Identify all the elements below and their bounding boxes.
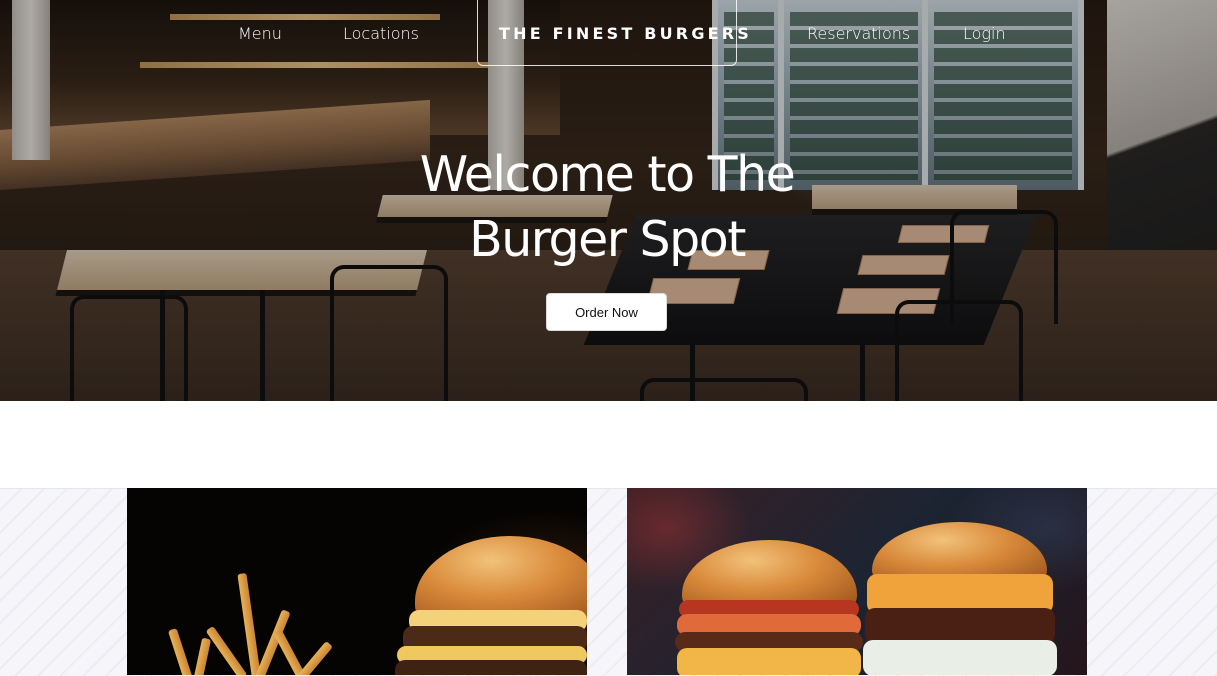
hero-section: Menu Locations THE FINEST BURGERS Reserv… [0,0,1217,401]
hero-title: Welcome to The Burger Spot [380,142,834,272]
nav-link-locations[interactable]: Locations [343,24,419,43]
order-now-button[interactable]: Order Now [546,293,667,331]
nav-link-reservations[interactable]: Reservations [807,24,910,43]
hero-title-line-2: Burger Spot [469,211,746,268]
double-burgers-photo [627,488,1087,675]
hero-title-line-1: Welcome to The [419,146,796,203]
nav-link-menu[interactable]: Menu [238,24,282,43]
brand-logo-text: THE FINEST BURGERS [499,24,753,43]
burger-with-fries-photo [127,488,587,675]
nav-link-login[interactable]: Login [963,24,1006,43]
